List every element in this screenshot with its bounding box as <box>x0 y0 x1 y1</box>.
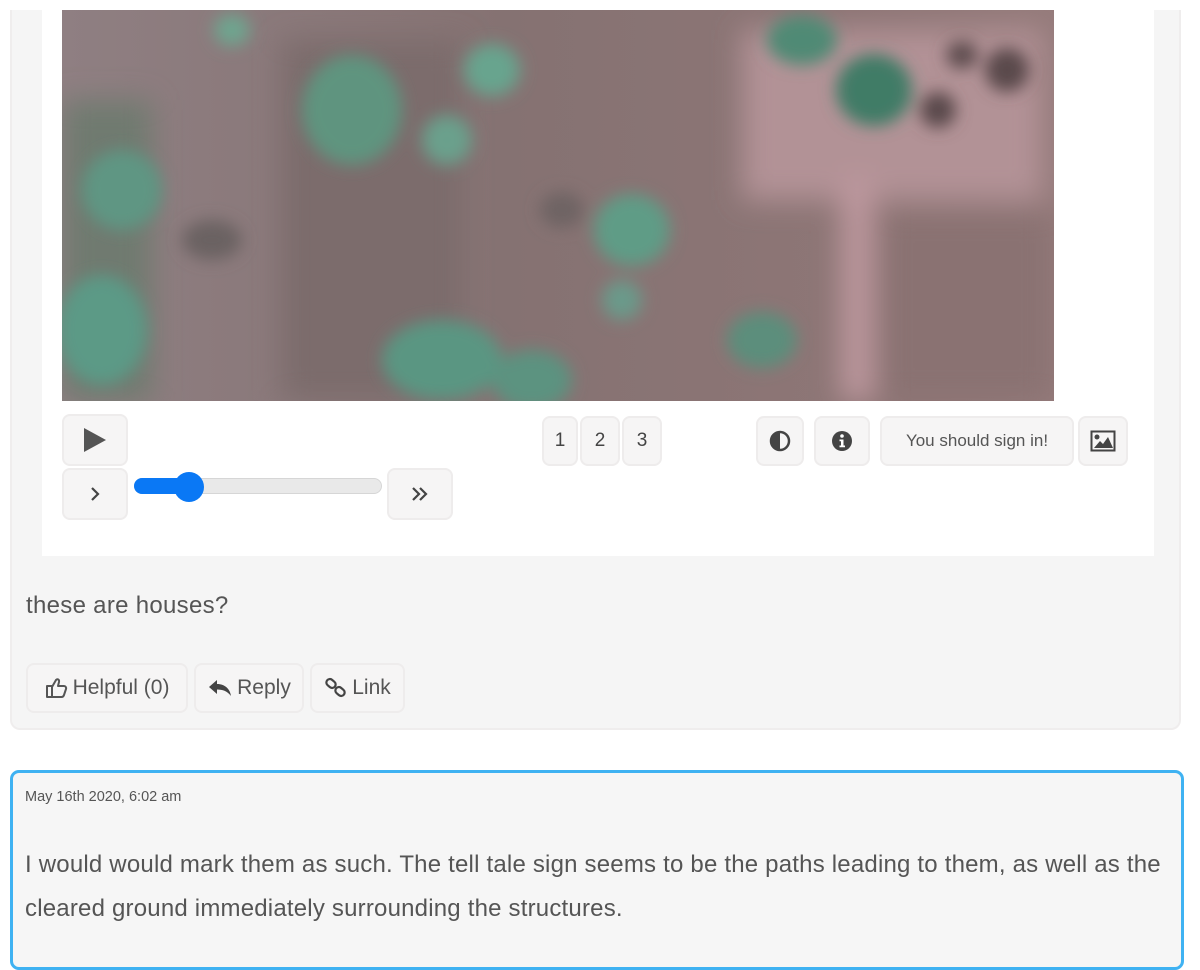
metadata-button[interactable] <box>814 416 870 466</box>
frame-label: 3 <box>636 430 648 451</box>
fast-forward-button[interactable] <box>387 468 453 520</box>
sign-in-prompt-button[interactable]: You should sign in! <box>880 416 1074 466</box>
double-chevron-right-icon <box>412 487 428 501</box>
comment-body: I would would mark them as such. The tel… <box>25 851 1161 922</box>
subject-image[interactable] <box>62 10 1054 401</box>
image-button[interactable] <box>1078 416 1128 466</box>
thumbs-up-icon <box>45 678 67 698</box>
chevron-right-icon <box>91 487 100 501</box>
frame-label: 2 <box>594 430 606 451</box>
satellite-image <box>62 10 1054 401</box>
reply-label: Reply <box>237 676 291 699</box>
helpful-button[interactable]: Helpful (0) <box>26 663 188 713</box>
slider-thumb[interactable] <box>174 472 204 502</box>
helpful-label: Helpful (0) <box>72 676 170 699</box>
link-button[interactable]: Link <box>310 663 405 713</box>
link-icon <box>325 677 346 698</box>
reply-button[interactable]: Reply <box>194 663 304 713</box>
subject-viewer: 1 2 3 You should sign in! <box>42 10 1154 556</box>
step-forward-button[interactable] <box>62 468 128 520</box>
frame-button-2[interactable]: 2 <box>580 416 620 466</box>
sign-in-prompt-label: You should sign in! <box>905 431 1049 450</box>
comment-card: 1 2 3 You should sign in! these are hous… <box>10 10 1181 730</box>
post-text: these are houses? <box>26 592 229 619</box>
play-button[interactable] <box>62 414 128 466</box>
play-icon <box>84 428 106 452</box>
comment-timestamp: May 16th 2020, 6:02 am <box>25 789 182 805</box>
info-circle-icon <box>832 431 852 451</box>
contrast-icon <box>769 430 791 452</box>
frame-button-1[interactable]: 1 <box>542 416 578 466</box>
invert-colors-button[interactable] <box>756 416 804 466</box>
frame-button-3[interactable]: 3 <box>622 416 662 466</box>
frame-slider[interactable] <box>134 472 382 502</box>
link-label: Link <box>352 676 391 699</box>
frame-label: 1 <box>554 430 566 451</box>
image-icon <box>1090 430 1116 452</box>
reply-icon <box>209 680 232 696</box>
reply-comment: May 16th 2020, 6:02 am I would would mar… <box>10 770 1184 970</box>
